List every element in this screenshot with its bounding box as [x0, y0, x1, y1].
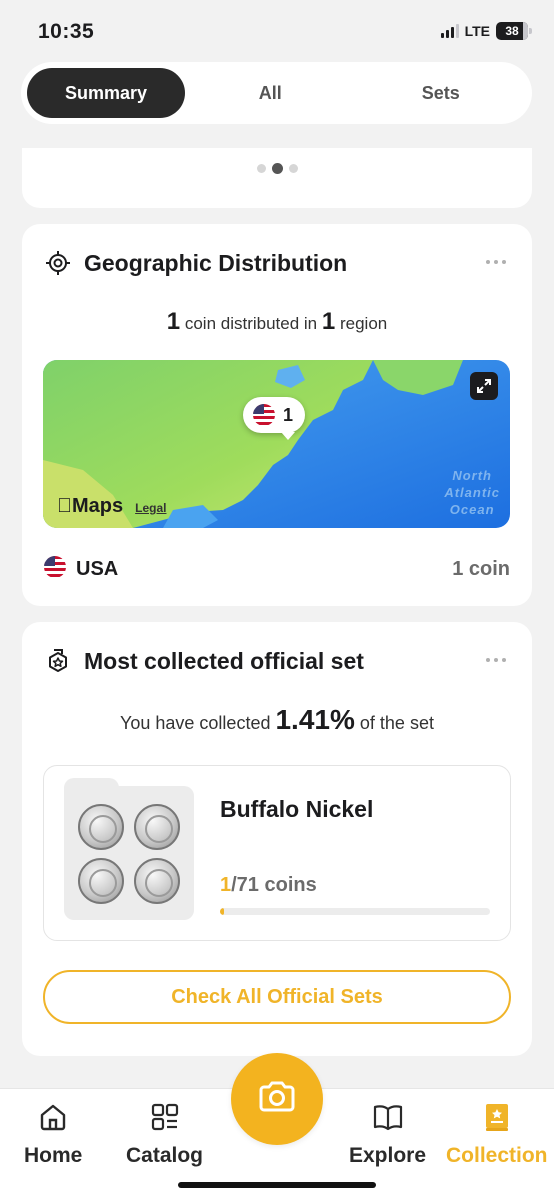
coin-count: 1 [166, 308, 181, 335]
badge-icon [44, 647, 72, 675]
page-dot[interactable] [288, 164, 298, 173]
nav-collection[interactable]: Collection [446, 1101, 548, 1168]
total-count: /71 coins [231, 874, 317, 896]
progress-fill [220, 908, 225, 915]
status-indicators: LTE 38 [440, 22, 532, 40]
card-title: Geographic Distribution [84, 249, 348, 276]
more-options-icon[interactable] [486, 658, 506, 662]
nav-explore[interactable]: Explore [349, 1101, 426, 1168]
more-options-icon[interactable] [486, 260, 506, 264]
set-item-buffalo-nickel[interactable]: Buffalo Nickel 1/71 coins [43, 765, 511, 941]
carousel-card [22, 148, 532, 208]
check-all-sets-button[interactable]: Check All Official Sets [43, 970, 511, 1024]
region-text: region [339, 314, 388, 333]
expand-icon[interactable] [470, 372, 498, 400]
region-count: 1 [321, 308, 336, 335]
nav-catalog[interactable]: Catalog [126, 1101, 203, 1168]
page-indicator[interactable] [22, 163, 532, 174]
us-flag-icon [44, 555, 66, 583]
battery-icon: 38 [496, 22, 532, 40]
distribution-summary: 1 coin distributed in 1 region [22, 308, 532, 336]
catalog-icon [149, 1101, 181, 1138]
us-flag-icon [253, 404, 275, 426]
coin-image [78, 858, 124, 904]
collection-icon [481, 1101, 513, 1138]
nav-label: Collection [446, 1144, 548, 1167]
card-title: Most collected official set [84, 647, 364, 674]
book-icon [371, 1101, 405, 1138]
map-view[interactable]: 1 Maps Legal North Atlantic Ocean [43, 360, 510, 528]
tab-all[interactable]: All [185, 68, 356, 118]
card-header: Geographic Distribution [44, 248, 510, 278]
region-name: USA [76, 557, 119, 580]
progress-bar [220, 908, 490, 915]
camera-icon [257, 1080, 297, 1119]
network-label: LTE [464, 23, 490, 39]
camera-button[interactable] [231, 1053, 323, 1145]
ocean-label: North Atlantic Ocean [444, 468, 500, 517]
geographic-distribution-card: Geographic Distribution 1 coin distribut… [22, 224, 532, 606]
maps-logo: Maps [57, 495, 123, 517]
coin-image [134, 804, 180, 850]
region-row[interactable]: USA 1 coin [44, 554, 510, 584]
map-pin[interactable]: 1 [243, 397, 306, 440]
segmented-tabs: Summary All Sets [21, 62, 532, 124]
collection-summary-screen: 10:35 LTE 38 Summary All Sets Geographic… [0, 0, 554, 1200]
nav-label: Home [24, 1144, 83, 1167]
set-progress-text: 1/71 coins [220, 874, 317, 897]
target-icon [44, 249, 72, 277]
home-icon [37, 1101, 69, 1138]
coin-text: coin distributed in [184, 314, 318, 333]
signal-icon [440, 24, 459, 38]
pin-count: 1 [283, 404, 294, 425]
status-time: 10:35 [38, 20, 95, 43]
home-indicator [178, 1182, 376, 1188]
region-coin-count: 1 coin [452, 557, 510, 580]
set-summary: You have collected 1.41% of the set [120, 704, 434, 735]
coin-image [78, 804, 124, 850]
nav-label: Catalog [126, 1144, 204, 1167]
page-dot-active[interactable] [271, 163, 283, 174]
official-set-card: Most collected official set You have col… [22, 622, 532, 1056]
legal-link[interactable]: Legal [135, 501, 166, 515]
map-attribution: Maps Legal [57, 495, 166, 518]
nav-home[interactable]: Home [24, 1101, 82, 1168]
tab-summary[interactable]: Summary [27, 68, 185, 118]
nav-label: Explore [349, 1144, 427, 1167]
coin-image [134, 858, 180, 904]
card-header: Most collected official set [44, 646, 510, 676]
owned-count: 1 [220, 874, 232, 896]
tab-sets[interactable]: Sets [356, 68, 527, 118]
set-percent: 1.41% [275, 704, 355, 735]
battery-level: 38 [505, 24, 519, 38]
set-thumbnail [64, 778, 194, 920]
status-bar: 10:35 LTE 38 [0, 0, 554, 62]
page-dot[interactable] [256, 164, 266, 173]
set-name: Buffalo Nickel [220, 796, 374, 822]
